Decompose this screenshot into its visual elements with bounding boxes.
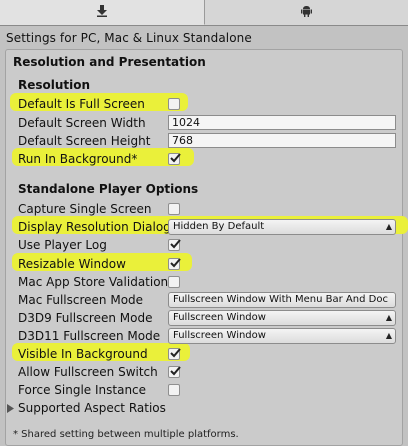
capture-single-screen-checkbox[interactable] (168, 203, 180, 215)
screen-height-field[interactable]: 768 (168, 133, 396, 148)
allow-fullscreen-switch-label: Allow Fullscreen Switch (18, 365, 158, 379)
d3d11-fullscreen-mode-value: Fullscreen Window (173, 330, 266, 341)
d3d9-fullscreen-mode-value: Fullscreen Window (173, 312, 266, 323)
platform-tabs (0, 0, 408, 26)
capture-single-screen-label: Capture Single Screen (18, 202, 152, 216)
download-icon (96, 4, 108, 20)
mac-fullscreen-mode-value: Fullscreen Window With Menu Bar And Doc (173, 294, 388, 305)
dropdown-arrow-icon: ▲ (385, 331, 392, 340)
panel-title[interactable]: Resolution and Presentation (13, 55, 206, 69)
d3d11-fullscreen-mode-dropdown[interactable]: Fullscreen Window ▲ (168, 328, 396, 344)
mac-app-store-validation-label: Mac App Store Validation (18, 275, 169, 289)
d3d11-fullscreen-mode-label: D3D11 Fullscreen Mode (18, 329, 161, 343)
force-single-instance-label: Force Single Instance (18, 383, 147, 397)
foldout-arrow-icon[interactable] (7, 403, 14, 416)
checkmark-icon (170, 348, 181, 358)
run-in-background-label: Run In Background* (18, 152, 138, 166)
dropdown-arrow-icon: ▲ (385, 313, 392, 322)
standalone-section-title: Standalone Player Options (18, 182, 199, 196)
default-full-screen-label: Default Is Full Screen (18, 97, 145, 111)
screen-width-label: Default Screen Width (18, 116, 146, 130)
checkmark-icon (170, 366, 181, 376)
default-full-screen-checkbox[interactable] (168, 98, 180, 110)
tab-android[interactable] (204, 0, 408, 25)
use-player-log-label: Use Player Log (18, 238, 107, 252)
visible-in-background-label: Visible In Background (18, 347, 148, 361)
shared-setting-footnote: * Shared setting between multiple platfo… (13, 429, 239, 440)
resizable-window-checkbox[interactable] (168, 258, 181, 270)
allow-fullscreen-switch-checkbox[interactable] (168, 366, 181, 378)
mac-app-store-validation-checkbox[interactable] (168, 276, 180, 288)
run-in-background-checkbox[interactable] (168, 153, 181, 165)
mac-fullscreen-mode-dropdown[interactable]: Fullscreen Window With Menu Bar And Doc (168, 292, 396, 308)
display-resolution-dialog-value: Hidden By Default (173, 221, 265, 232)
visible-in-background-checkbox[interactable] (168, 348, 181, 360)
checkmark-icon (170, 258, 181, 268)
checkmark-icon (170, 153, 181, 163)
supported-aspect-ratios-foldout[interactable]: Supported Aspect Ratios (18, 401, 166, 415)
settings-for-title: Settings for PC, Mac & Linux Standalone (6, 31, 252, 45)
checkmark-icon (170, 239, 181, 249)
use-player-log-checkbox[interactable] (168, 239, 181, 251)
d3d9-fullscreen-mode-dropdown[interactable]: Fullscreen Window ▲ (168, 310, 396, 326)
display-resolution-dialog-label: Display Resolution Dialog (18, 220, 171, 234)
force-single-instance-checkbox[interactable] (168, 384, 180, 396)
android-icon (300, 5, 312, 20)
dropdown-arrow-icon: ▲ (385, 222, 392, 231)
resizable-window-label: Resizable Window (18, 257, 126, 271)
d3d9-fullscreen-mode-label: D3D9 Fullscreen Mode (18, 311, 153, 325)
screen-height-label: Default Screen Height (18, 134, 151, 148)
mac-fullscreen-mode-label: Mac Fullscreen Mode (18, 293, 144, 307)
resolution-section-title: Resolution (18, 78, 91, 92)
screen-width-field[interactable]: 1024 (168, 115, 396, 130)
tab-standalone[interactable] (0, 0, 205, 25)
display-resolution-dialog-dropdown[interactable]: Hidden By Default ▲ (168, 219, 396, 235)
